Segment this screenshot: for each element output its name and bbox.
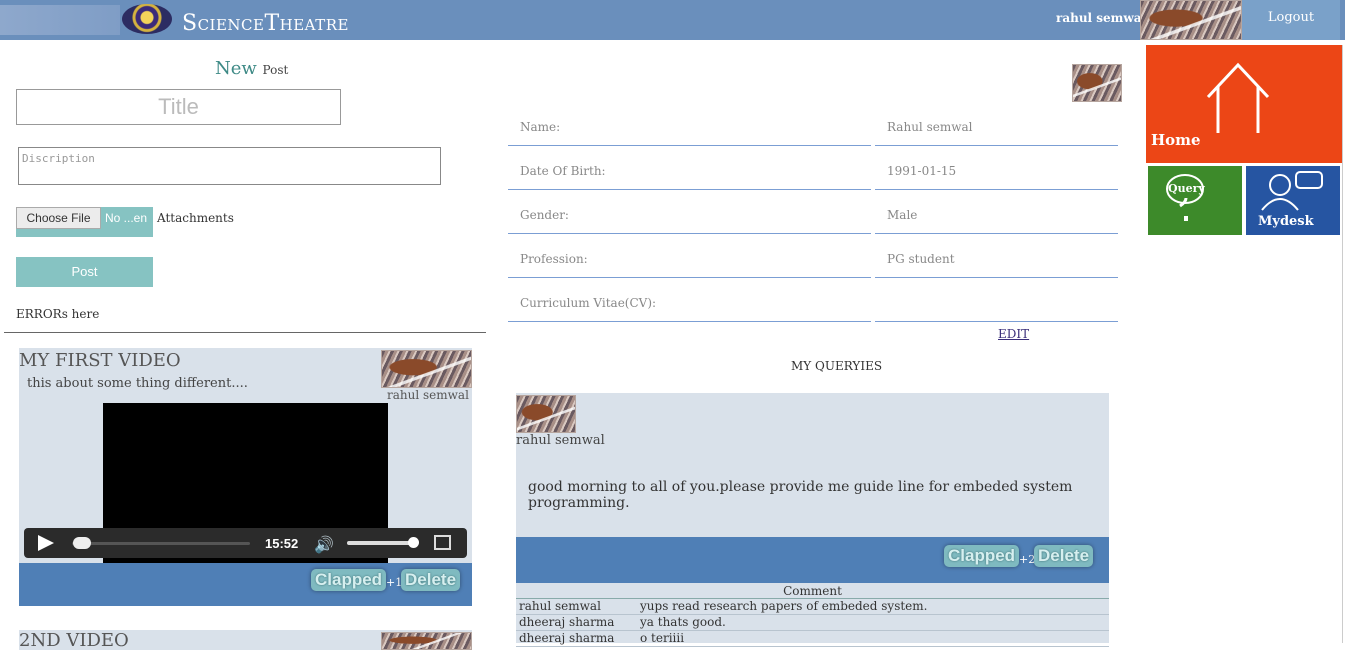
query-author[interactable]: rahul semwal	[516, 433, 605, 448]
query-author-avatar[interactable]	[516, 395, 576, 433]
new-post-heading-sub: Post	[262, 63, 289, 77]
comment-author[interactable]: dheeraj sharma	[519, 615, 614, 630]
seek-handle[interactable]	[73, 537, 91, 549]
video-duration: 15:52	[265, 536, 299, 551]
profile-label: Profession:	[508, 240, 871, 278]
video-action-bar: Clapped +1 Delete	[19, 563, 472, 606]
volume-handle[interactable]	[408, 537, 419, 548]
attachments-label: Attachments	[157, 211, 234, 225]
video-card: MY FIRST VIDEO this about some thing dif…	[19, 348, 472, 606]
form-divider	[4, 332, 486, 333]
video-title: 2ND VIDEO	[19, 630, 129, 651]
comment-author[interactable]: rahul semwal	[519, 599, 601, 614]
no-file-chosen-text: No ...en	[105, 211, 148, 225]
query-tile-label: Query	[1168, 182, 1205, 195]
top-header: ScienceTheatre rahul semwal Logout	[0, 0, 1345, 40]
profile-value: 1991-01-15	[875, 152, 1118, 190]
clapped-button[interactable]: Clapped	[311, 569, 387, 591]
delete-button[interactable]: Delete	[401, 569, 461, 591]
fullscreen-icon[interactable]	[434, 535, 451, 550]
edit-profile-link[interactable]: EDIT	[998, 327, 1029, 341]
profile-row-gender: Gender: Male	[508, 196, 1118, 240]
header-left-banner	[0, 5, 120, 35]
profile-row-profession: Profession: PG student	[508, 240, 1118, 284]
video-controls: 15:52 🔊	[24, 528, 467, 558]
comment-author[interactable]: dheeraj sharma	[519, 631, 614, 646]
comment-text: ya thats good.	[640, 615, 726, 629]
comment-heading: Comment	[516, 583, 1109, 599]
errors-text: ERRORs here	[16, 307, 100, 321]
profile-value	[875, 284, 1118, 322]
comment-text: o teriiii	[640, 631, 685, 645]
profile-value: Male	[875, 196, 1118, 234]
video-title: MY FIRST VIDEO	[19, 350, 181, 371]
file-picker[interactable]: Choose File No ...en	[16, 207, 153, 237]
profile-row-cv: Curriculum Vitae(CV):	[508, 284, 1118, 328]
profile-label: Gender:	[508, 196, 871, 234]
post-button[interactable]: Post	[16, 257, 153, 287]
comment-text: yups read research papers of embeded sys…	[640, 599, 928, 613]
clap-count: +1	[386, 576, 403, 589]
mydesk-tile[interactable]: Mydesk	[1246, 166, 1340, 235]
title-input[interactable]: Title	[16, 89, 341, 125]
profile-label: Name:	[508, 108, 871, 146]
description-textarea[interactable]: Discription	[18, 147, 441, 185]
profile-label: Curriculum Vitae(CV):	[508, 284, 871, 322]
query-card: rahul semwal good morning to all of you.…	[516, 393, 1109, 647]
profile-label: Date Of Birth:	[508, 152, 871, 190]
comment-row: dheeraj sharma o teriiii	[516, 631, 1109, 647]
profile-value: PG student	[875, 240, 1118, 278]
volume-slider[interactable]	[347, 541, 411, 545]
delete-button[interactable]: Delete	[1034, 545, 1094, 567]
clapped-button[interactable]: Clapped	[944, 545, 1020, 567]
brand-name[interactable]: ScienceTheatre	[182, 11, 349, 36]
video-card: 2ND VIDEO	[19, 630, 472, 651]
header-avatar[interactable]	[1140, 0, 1242, 40]
video-author[interactable]: rahul semwal	[387, 388, 469, 402]
comment-row: dheeraj sharma ya thats good.	[516, 615, 1109, 631]
question-bubble-icon	[1166, 174, 1204, 221]
clap-count: +2	[1019, 553, 1036, 566]
home-tile[interactable]: Home	[1146, 45, 1342, 163]
play-icon[interactable]	[38, 535, 54, 551]
comment-list: Comment rahul semwal yups read research …	[516, 583, 1109, 647]
scroll-edge	[1342, 45, 1343, 643]
logout-button[interactable]: Logout	[1242, 0, 1340, 40]
profile-avatar[interactable]	[1072, 64, 1122, 102]
header-username[interactable]: rahul semwal	[1056, 11, 1146, 25]
profile-row-dob: Date Of Birth: 1991-01-15	[508, 152, 1118, 196]
site-logo[interactable]	[122, 4, 172, 34]
new-post-heading: New Post	[215, 58, 288, 79]
seek-bar[interactable]	[72, 542, 250, 545]
query-action-bar: Clapped +2 Delete	[516, 537, 1109, 583]
video-description: this about some thing different....	[27, 376, 248, 391]
my-queries-heading: MY QUERYIES	[791, 359, 883, 373]
mydesk-tile-label: Mydesk	[1258, 214, 1314, 229]
profile-row-name: Name: Rahul semwal	[508, 108, 1118, 152]
profile-value: Rahul semwal	[875, 108, 1118, 146]
new-post-heading-main: New	[215, 58, 257, 79]
comment-row: rahul semwal yups read research papers o…	[516, 599, 1109, 615]
volume-icon[interactable]: 🔊	[314, 535, 334, 554]
query-tile[interactable]: Query	[1148, 166, 1242, 235]
home-tile-label: Home	[1151, 131, 1201, 149]
choose-file-button[interactable]: Choose File	[16, 207, 101, 229]
video-author-avatar[interactable]	[381, 350, 472, 388]
video-author-avatar[interactable]	[381, 632, 472, 650]
query-text: good morning to all of you.please provid…	[528, 479, 1073, 511]
